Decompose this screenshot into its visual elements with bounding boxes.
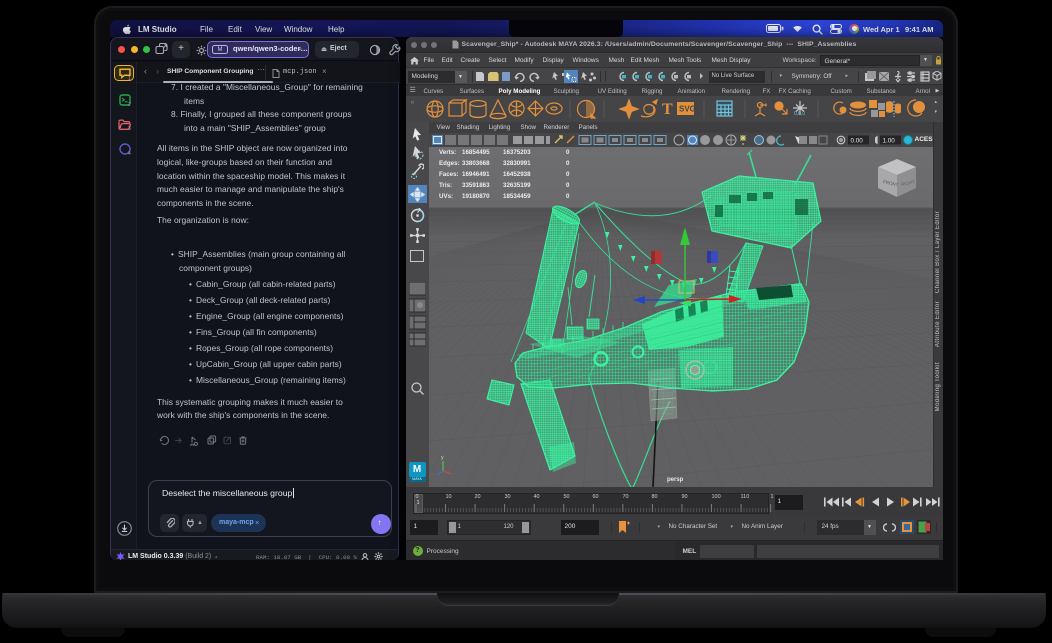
svg-text:0: 0 <box>566 182 570 189</box>
svg-text:16452938: 16452938 <box>503 171 531 178</box>
svg-text:SVG: SVG <box>679 105 696 114</box>
svg-text:32635199: 32635199 <box>503 182 531 189</box>
svg-text:0: 0 <box>566 149 570 156</box>
svg-text:Faces:: Faces: <box>439 171 459 178</box>
svg-text:16375203: 16375203 <box>503 149 531 156</box>
svg-text:Edges:: Edges: <box>439 160 460 167</box>
svg-text:0,0,0: 0,0,0 <box>794 111 805 117</box>
svg-text:0: 0 <box>566 171 570 178</box>
svg-text:Verts:: Verts: <box>439 149 456 156</box>
svg-text:0: 0 <box>566 160 570 167</box>
svg-text:16854495: 16854495 <box>462 149 490 156</box>
svg-text:0.00: 0.00 <box>850 137 863 144</box>
svg-text:UVs:: UVs: <box>439 193 453 200</box>
svg-text:19180870: 19180870 <box>462 193 490 200</box>
svg-text:16946491: 16946491 <box>462 171 490 178</box>
svg-text:33803668: 33803668 <box>462 160 490 167</box>
svg-text:Tris:: Tris: <box>439 182 452 189</box>
svg-text:18534459: 18534459 <box>503 193 531 200</box>
svg-text:T: T <box>662 101 673 118</box>
svg-text:0: 0 <box>566 193 570 200</box>
svg-text:persp: persp <box>667 477 684 483</box>
svg-text:32830991: 32830991 <box>503 160 531 167</box>
svg-text:1.00: 1.00 <box>882 137 895 144</box>
svg-text:33591863: 33591863 <box>462 182 490 189</box>
